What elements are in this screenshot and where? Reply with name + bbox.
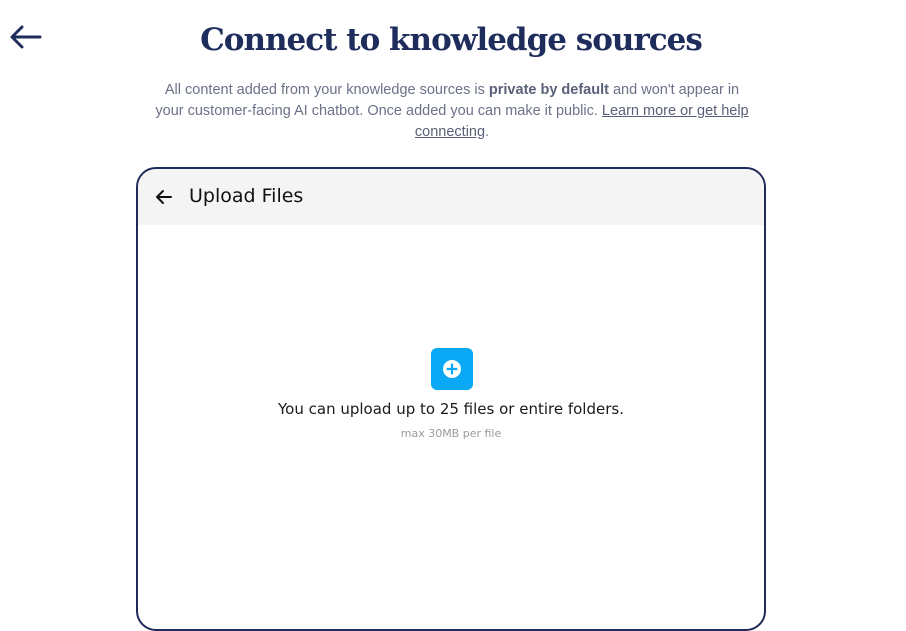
upload-card: Upload Files You can upload up to 25 fil… bbox=[136, 167, 766, 631]
card-header: Upload Files bbox=[138, 169, 764, 225]
upload-instructions: You can upload up to 25 files or entire … bbox=[278, 400, 624, 418]
upload-size-limit: max 30MB per file bbox=[400, 427, 502, 440]
arrow-left-icon bbox=[156, 190, 172, 204]
page-title: Connect to knowledge sources bbox=[200, 22, 703, 58]
description-end: . bbox=[485, 124, 490, 140]
card-back-button[interactable] bbox=[154, 187, 174, 207]
add-files-button[interactable] bbox=[431, 348, 473, 390]
plus-circle-icon bbox=[443, 360, 461, 378]
description-text: All content added from your knowledge so… bbox=[164, 82, 489, 98]
card-title: Upload Files bbox=[189, 185, 304, 207]
page-description: All content added from your knowledge so… bbox=[150, 80, 754, 143]
description-emphasis: private by default bbox=[488, 82, 609, 98]
